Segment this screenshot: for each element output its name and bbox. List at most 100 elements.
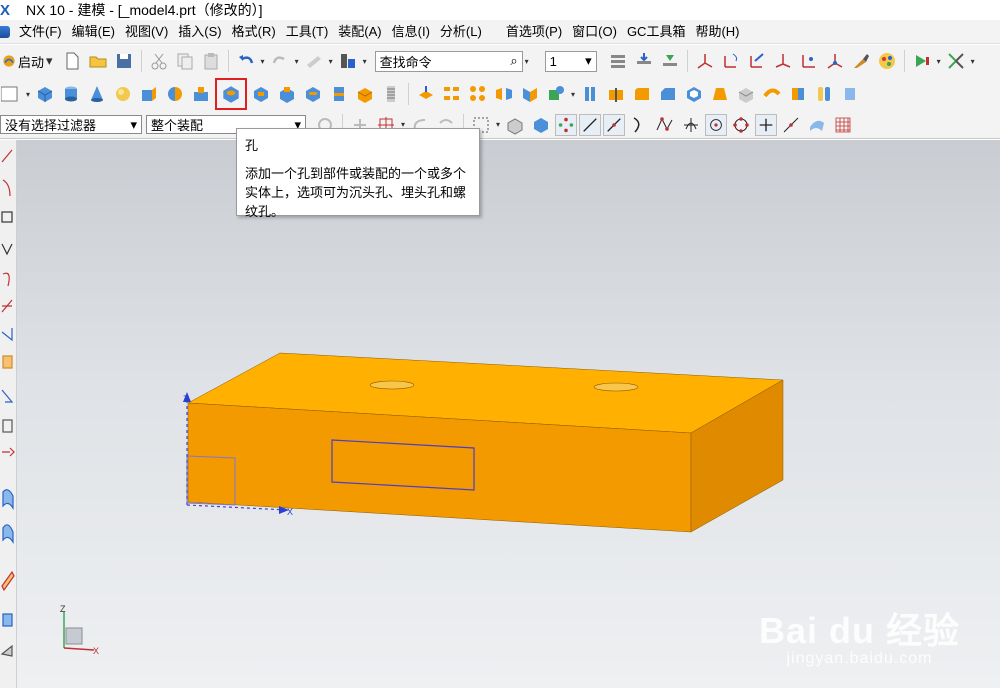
wcs-origin-icon[interactable]	[772, 50, 794, 72]
undo-icon[interactable]	[235, 50, 257, 72]
groove-icon[interactable]	[328, 83, 350, 105]
shell-icon[interactable]	[683, 83, 705, 105]
selection-priority-dropdown-icon[interactable]: ▾	[971, 57, 975, 66]
cylinder-icon[interactable]	[60, 83, 82, 105]
revolve-icon[interactable]	[164, 83, 186, 105]
edge-blend-icon[interactable]	[631, 83, 653, 105]
snap-quadrant-icon[interactable]	[730, 114, 752, 136]
snap-curve-icon[interactable]	[628, 114, 650, 136]
snap-midpoint-button[interactable]	[603, 113, 626, 136]
undo-dropdown-icon[interactable]: ▾	[261, 57, 265, 66]
split-body-icon[interactable]	[605, 83, 627, 105]
sketch-dropdown-icon[interactable]: ▾	[26, 90, 30, 99]
menu-assembly[interactable]: 装配(A)	[333, 20, 386, 44]
extract-geometry-icon[interactable]	[415, 83, 437, 105]
block-icon[interactable]	[34, 83, 56, 105]
pad-icon[interactable]	[276, 83, 298, 105]
menu-gc-toolbox[interactable]: GC工具箱	[622, 20, 691, 44]
repeat-dropdown-icon[interactable]: ▾	[329, 57, 333, 66]
snap-line-button[interactable]	[579, 113, 602, 136]
menu-edit[interactable]: 编辑(E)	[67, 20, 120, 44]
cut-icon[interactable]	[148, 50, 170, 72]
type-filter-select[interactable]: 没有选择过滤器 ▾	[0, 115, 142, 134]
touch-dropdown-icon[interactable]: ▾	[363, 57, 367, 66]
pattern-feature-icon[interactable]	[441, 83, 463, 105]
snap-on-curve-icon[interactable]	[780, 114, 802, 136]
menu-tools[interactable]: 工具(T)	[281, 20, 334, 44]
body-select-icon[interactable]	[530, 114, 552, 136]
animation-dropdown-icon[interactable]: ▾	[937, 57, 941, 66]
redo-dropdown-icon[interactable]: ▾	[295, 57, 299, 66]
snap-arc-center-button[interactable]	[705, 113, 728, 136]
cone-icon[interactable]	[86, 83, 108, 105]
dart-icon[interactable]	[354, 83, 376, 105]
hole-button[interactable]	[215, 78, 248, 110]
hole-marker-left[interactable]	[369, 380, 415, 390]
unite-icon[interactable]	[545, 83, 567, 105]
mirror-feature-icon[interactable]	[493, 83, 515, 105]
copy-icon[interactable]	[174, 50, 196, 72]
touch-mode-icon[interactable]	[337, 50, 359, 72]
color-palette-icon[interactable]	[876, 50, 898, 72]
scale-body-icon[interactable]	[761, 83, 783, 105]
feature-select-icon[interactable]	[504, 114, 526, 136]
app-menu-icon[interactable]	[0, 25, 10, 38]
menu-window[interactable]: 窗口(O)	[567, 20, 622, 44]
body-icon[interactable]	[839, 83, 861, 105]
menu-analysis[interactable]: 分析(L)	[435, 20, 487, 44]
layer-settings-icon[interactable]	[607, 50, 629, 72]
pattern-geometry-icon[interactable]	[467, 83, 489, 105]
selection-priority-icon[interactable]	[945, 50, 967, 72]
pocket-icon[interactable]	[250, 83, 272, 105]
move-to-layer-icon[interactable]	[633, 50, 655, 72]
menu-preferences[interactable]: 首选项(P)	[501, 20, 567, 44]
snap-on-surface-icon[interactable]	[806, 114, 828, 136]
menu-view[interactable]: 视图(V)	[120, 20, 173, 44]
menu-insert[interactable]: 插入(S)	[173, 20, 226, 44]
repeat-command-icon[interactable]	[303, 50, 325, 72]
draft-icon[interactable]	[709, 83, 731, 105]
wcs-orient-icon[interactable]	[746, 50, 768, 72]
menu-file[interactable]: 文件(F)	[14, 20, 67, 44]
rectangle-dropdown-icon[interactable]: ▾	[496, 120, 500, 129]
snap-control-point-icon[interactable]	[654, 114, 676, 136]
wcs-display-icon[interactable]	[798, 50, 820, 72]
paste-icon[interactable]	[200, 50, 222, 72]
start-button[interactable]: 启动 ▾	[0, 50, 55, 72]
hole-marker-right[interactable]	[593, 382, 639, 392]
snap-existing-point-button[interactable]	[755, 113, 778, 136]
work-layer-select[interactable]: 1 ▾	[544, 50, 597, 72]
boss-icon[interactable]	[190, 83, 212, 105]
redo-icon[interactable]	[269, 50, 291, 72]
save-icon[interactable]	[113, 50, 135, 72]
copy-to-layer-icon[interactable]	[659, 50, 681, 72]
menu-information[interactable]: 信息(I)	[387, 20, 435, 44]
command-search-input[interactable]: 查找命令 ⌕	[374, 50, 523, 72]
wcs-rotate-icon[interactable]	[720, 50, 742, 72]
sketch-icon[interactable]	[0, 83, 22, 105]
slot-icon[interactable]	[302, 83, 324, 105]
grid-icon[interactable]	[832, 114, 854, 136]
mirror-geometry-icon[interactable]	[519, 83, 541, 105]
sphere-icon[interactable]	[112, 83, 134, 105]
open-folder-icon[interactable]	[87, 50, 109, 72]
boolean-dropdown-icon[interactable]: ▾	[571, 90, 575, 99]
trim-body-icon[interactable]	[579, 83, 601, 105]
chamfer-icon[interactable]	[657, 83, 679, 105]
menu-format[interactable]: 格式(R)	[227, 20, 281, 44]
offset-face-icon[interactable]	[735, 83, 757, 105]
edit-object-display-icon[interactable]	[850, 50, 872, 72]
thread-icon[interactable]	[380, 83, 402, 105]
extrude-icon[interactable]	[138, 83, 160, 105]
snap-endpoint-button[interactable]	[555, 113, 578, 136]
new-file-icon[interactable]	[61, 50, 83, 72]
wcs-dynamic-icon[interactable]	[824, 50, 846, 72]
play-animation-icon[interactable]	[911, 50, 933, 72]
graphics-window[interactable]: Z X Z X Bai du 经验 jingyan.baidu.com	[17, 140, 1000, 688]
search-options-icon[interactable]: ▾	[525, 57, 529, 66]
menu-help[interactable]: 帮助(H)	[690, 20, 744, 44]
variable-blend-icon[interactable]	[787, 83, 809, 105]
datum-csys-icon[interactable]	[694, 50, 716, 72]
snap-intersection-icon[interactable]	[680, 114, 702, 136]
cylindrical-face-icon[interactable]	[813, 83, 835, 105]
